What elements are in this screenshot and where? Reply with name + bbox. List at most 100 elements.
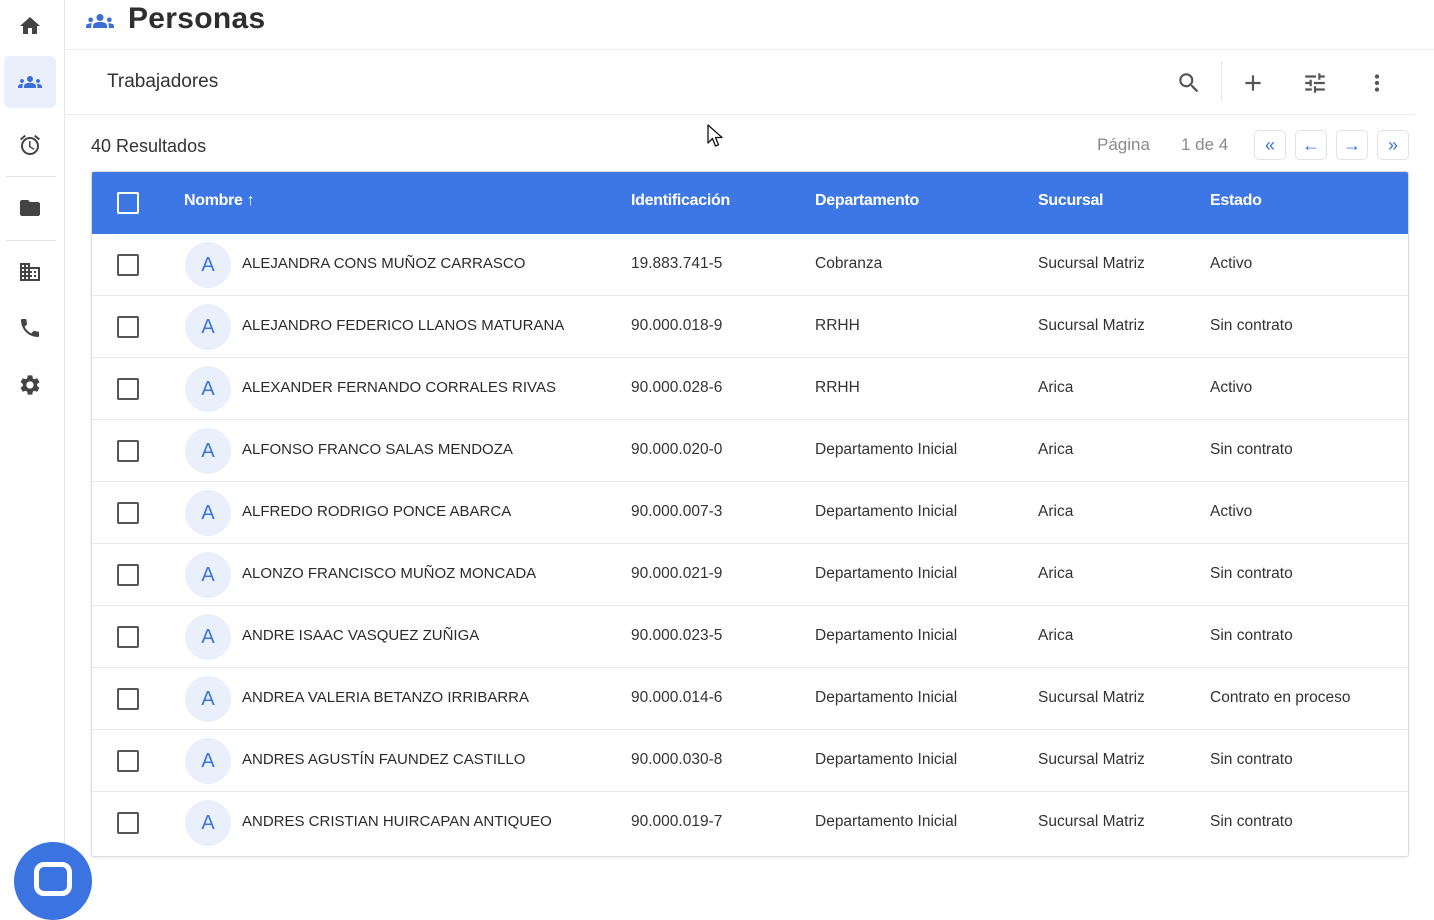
results-count: 40 Resultados <box>91 136 207 156</box>
cell-ident: 90.000.018-9 <box>631 317 723 334</box>
nav-home[interactable] <box>4 0 56 52</box>
cell-ident: 90.000.014-6 <box>631 689 723 706</box>
first-page-button[interactable]: « <box>1254 130 1286 160</box>
cell-branch: Arica <box>1038 627 1074 644</box>
cell-name: ANDREA VALERIA BETANZO IRRIBARRA <box>242 689 530 706</box>
nav-settings[interactable] <box>4 359 56 411</box>
table-row[interactable]: A ALONZO FRANCISCO MUÑOZ MONCADA 90.000.… <box>92 544 1408 606</box>
column-label: Nombre <box>184 192 243 209</box>
table-row[interactable]: A ANDRES AGUSTÍN FAUNDEZ CASTILLO 90.000… <box>92 730 1408 792</box>
avatar: A <box>185 614 231 660</box>
search-icon <box>1179 73 1199 93</box>
next-page-button[interactable]: → <box>1336 130 1368 160</box>
avatar: A <box>185 428 231 474</box>
row-checkbox[interactable] <box>117 316 139 338</box>
table-header: Nombre ↑ Identificación Departamento Sucu… <box>92 172 1408 234</box>
table-row[interactable]: A ANDREA VALERIA BETANZO IRRIBARRA 90.00… <box>92 668 1408 730</box>
column-header-department[interactable]: Departamento <box>815 192 919 210</box>
row-checkbox[interactable] <box>117 688 139 710</box>
cell-status: Sin contrato <box>1210 813 1293 830</box>
chat-bubble-icon <box>34 862 72 896</box>
row-checkbox[interactable] <box>117 502 139 524</box>
table-row[interactable]: A ALEXANDER FERNANDO CORRALES RIVAS 90.0… <box>92 358 1408 420</box>
row-checkbox[interactable] <box>117 812 139 834</box>
tune-icon <box>1305 73 1325 93</box>
cell-status: Contrato en proceso <box>1210 689 1351 706</box>
cell-ident: 90.000.019-7 <box>631 813 723 830</box>
previous-page-button[interactable]: ← <box>1295 130 1327 160</box>
cell-ident: 90.000.030-8 <box>631 751 723 768</box>
cell-department: Cobranza <box>815 255 883 272</box>
cell-department: Departamento Inicial <box>815 689 958 706</box>
cell-name: ANDRE ISAAC VASQUEZ ZUÑIGA <box>242 627 480 644</box>
column-header-name[interactable]: Nombre ↑ <box>184 192 255 210</box>
column-header-status[interactable]: Estado <box>1210 192 1262 210</box>
nav-people[interactable] <box>4 56 56 108</box>
pager-label: Página <box>1097 135 1150 154</box>
nav-clock[interactable] <box>4 119 56 171</box>
cell-branch: Arica <box>1038 441 1074 458</box>
nav-divider <box>6 240 56 241</box>
nav-building[interactable] <box>4 246 56 298</box>
cell-ident: 19.883.741-5 <box>631 255 723 272</box>
row-checkbox[interactable] <box>117 378 139 400</box>
cell-ident: 90.000.023-5 <box>631 627 723 644</box>
cell-department: Departamento Inicial <box>815 565 958 582</box>
cell-branch: Arica <box>1038 503 1074 520</box>
nav-rail <box>0 0 65 900</box>
avatar: A <box>185 304 231 350</box>
filter-button[interactable] <box>1297 65 1333 101</box>
cell-branch: Sucursal Matriz <box>1038 813 1145 830</box>
cell-name: ALONZO FRANCISCO MUÑOZ MONCADA <box>242 565 537 582</box>
avatar: A <box>185 552 231 598</box>
table-row[interactable]: A ALFONSO FRANCO SALAS MENDOZA 90.000.02… <box>92 420 1408 482</box>
column-header-ident[interactable]: Identificación <box>631 192 730 210</box>
cell-name: ANDRES AGUSTÍN FAUNDEZ CASTILLO <box>242 751 526 768</box>
row-checkbox[interactable] <box>117 440 139 462</box>
cell-department: Departamento Inicial <box>815 813 958 830</box>
row-checkbox[interactable] <box>117 564 139 586</box>
cell-department: Departamento Inicial <box>815 627 958 644</box>
cell-ident: 90.000.028-6 <box>631 379 723 396</box>
table-row[interactable]: A ANDRES CRISTIAN HUIRCAPAN ANTIQUEO 90.… <box>92 792 1408 854</box>
avatar: A <box>185 242 231 288</box>
cell-status: Activo <box>1210 379 1253 396</box>
cell-department: Departamento Inicial <box>815 441 958 458</box>
search-button[interactable] <box>1171 65 1207 101</box>
nav-folder[interactable] <box>4 182 56 234</box>
page-title: Personas <box>128 2 266 35</box>
table-row[interactable]: A ALFREDO RODRIGO PONCE ABARCA 90.000.00… <box>92 482 1408 544</box>
add-button[interactable] <box>1235 65 1271 101</box>
mouse-cursor-icon <box>707 124 723 147</box>
table-row[interactable]: A ALEJANDRA CONS MUÑOZ CARRASCO 19.883.7… <box>92 234 1408 296</box>
people-table: Nombre ↑ Identificación Departamento Sucu… <box>91 171 1409 857</box>
cell-name: ALEJANDRO FEDERICO LLANOS MATURANA <box>242 317 565 334</box>
cell-name: ALFREDO RODRIGO PONCE ABARCA <box>242 503 512 520</box>
more-options-button[interactable] <box>1359 65 1395 101</box>
cell-ident: 90.000.020-0 <box>631 441 723 458</box>
cell-status: Activo <box>1210 255 1253 272</box>
row-checkbox[interactable] <box>117 254 139 276</box>
row-checkbox[interactable] <box>117 626 139 648</box>
last-page-button[interactable]: » <box>1377 130 1409 160</box>
table-row[interactable]: A ANDRE ISAAC VASQUEZ ZUÑIGA 90.000.023-… <box>92 606 1408 668</box>
nav-phone[interactable] <box>4 302 56 354</box>
cell-branch: Sucursal Matriz <box>1038 689 1145 706</box>
cell-department: RRHH <box>815 317 860 334</box>
cell-department: Departamento Inicial <box>815 751 958 768</box>
cell-ident: 90.000.021-9 <box>631 565 723 582</box>
cell-branch: Arica <box>1038 565 1074 582</box>
column-header-branch[interactable]: Sucursal <box>1038 192 1103 210</box>
chat-button[interactable] <box>14 842 92 920</box>
row-checkbox[interactable] <box>117 750 139 772</box>
cell-branch: Sucursal Matriz <box>1038 255 1145 272</box>
cell-ident: 90.000.007-3 <box>631 503 723 520</box>
select-all-checkbox[interactable] <box>117 192 139 214</box>
table-row[interactable]: A ALEJANDRO FEDERICO LLANOS MATURANA 90.… <box>92 296 1408 358</box>
cell-status: Sin contrato <box>1210 441 1293 458</box>
cell-status: Sin contrato <box>1210 565 1293 582</box>
nav-divider <box>6 176 56 177</box>
home-icon <box>20 17 40 34</box>
avatar: A <box>185 676 231 722</box>
pager-count: 1 de 4 <box>1181 135 1229 154</box>
